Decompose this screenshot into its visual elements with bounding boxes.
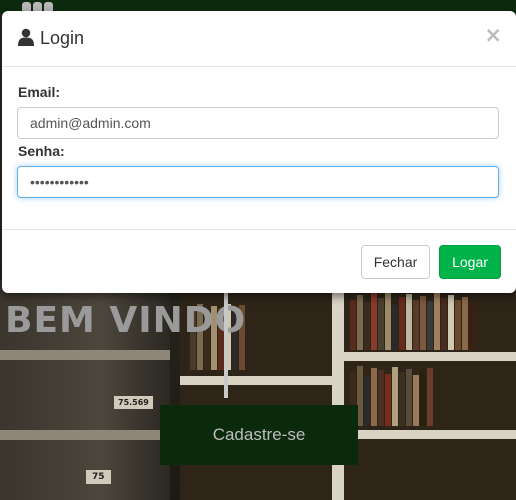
login-button[interactable]: Logar: [439, 245, 501, 279]
login-modal: Login × Email: Senha: Fechar Logar: [2, 11, 516, 293]
footer-divider: [2, 229, 516, 230]
user-icon: [18, 28, 34, 46]
email-label: Email:: [18, 84, 61, 100]
book-label: 75.569: [114, 396, 153, 409]
divider-line: [224, 280, 228, 398]
modal-header: Login ×: [2, 11, 516, 67]
logo-icon: [22, 2, 53, 11]
welcome-heading: BEM VINDO: [5, 300, 247, 341]
password-field[interactable]: [17, 166, 499, 198]
password-label: Senha:: [18, 143, 65, 159]
modal-title: Login: [40, 28, 85, 48]
register-button[interactable]: Cadastre-se: [160, 405, 358, 465]
email-field[interactable]: [17, 107, 499, 139]
close-button[interactable]: ×: [484, 25, 502, 46]
close-modal-button[interactable]: Fechar: [361, 245, 430, 279]
book-label: 75: [86, 470, 111, 484]
